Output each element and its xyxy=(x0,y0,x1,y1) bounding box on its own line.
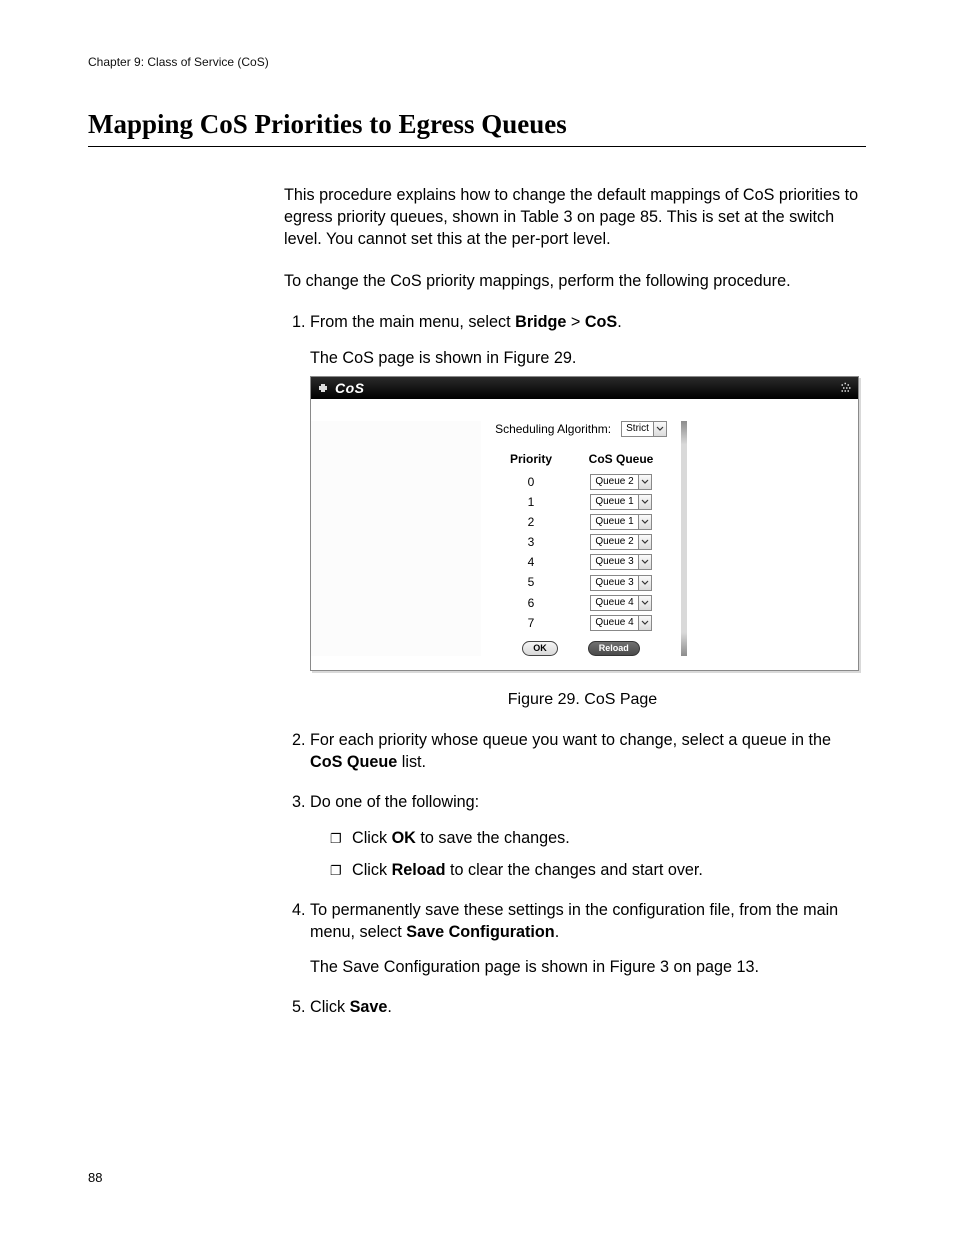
step-1: From the main menu, select Bridge > CoS.… xyxy=(310,312,866,710)
step-5: Click Save. xyxy=(310,997,866,1019)
scheduling-algorithm-value: Strict xyxy=(622,424,653,434)
step-3-sub-1-a: Click xyxy=(352,829,392,847)
cos-queue-select-6[interactable]: Queue 4 xyxy=(590,595,651,611)
cos-queue-value: Queue 2 xyxy=(591,537,637,547)
step-1-detail: The CoS page is shown in Figure 29. xyxy=(310,348,866,370)
ok-button[interactable]: OK xyxy=(522,641,558,656)
step-4: To permanently save these settings in th… xyxy=(310,900,866,980)
step-3-text: Do one of the following: xyxy=(310,793,479,811)
cos-queue-value: Queue 1 xyxy=(591,497,637,507)
chevron-down-icon xyxy=(638,555,651,569)
cos-form: Scheduling Algorithm: Strict Priority Co… xyxy=(481,421,681,656)
step-3-sub-2-b: Reload xyxy=(392,861,446,879)
reload-button[interactable]: Reload xyxy=(588,641,640,656)
priority-cell: 6 xyxy=(528,595,535,611)
priority-cell: 3 xyxy=(528,534,535,550)
cos-queue-select-3[interactable]: Queue 2 xyxy=(590,534,651,550)
figure-caption: Figure 29. CoS Page xyxy=(310,689,855,711)
chevron-down-icon xyxy=(638,576,651,590)
priority-cell: 5 xyxy=(528,574,535,590)
chevron-down-icon xyxy=(638,596,651,610)
chevron-down-icon xyxy=(653,422,666,436)
step-4-bold: Save Configuration xyxy=(406,923,554,941)
step-3: Do one of the following: Click OK to sav… xyxy=(310,792,866,882)
step-1-gt: > xyxy=(566,313,584,331)
step-1-text-a: From the main menu, select xyxy=(310,313,515,331)
chapter-header: Chapter 9: Class of Service (CoS) xyxy=(88,55,866,69)
step-5-bold: Save xyxy=(350,998,388,1016)
chevron-down-icon xyxy=(638,535,651,549)
cos-queue-value: Queue 3 xyxy=(591,578,637,588)
step-1-cos: CoS xyxy=(585,313,617,331)
priority-cell: 0 xyxy=(528,474,535,490)
intro-paragraph-1: This procedure explains how to change th… xyxy=(284,185,866,251)
page-number: 88 xyxy=(88,1170,102,1185)
col-header-priority: Priority xyxy=(510,451,552,469)
priority-cell: 2 xyxy=(528,514,535,530)
titlebar-right-icon xyxy=(840,380,852,396)
step-3-sub-2-a: Click xyxy=(352,861,392,879)
step-2-text-a: For each priority whose queue you want t… xyxy=(310,731,831,749)
cos-titlebar: CoS xyxy=(311,377,858,399)
scheduling-row: Scheduling Algorithm: Strict xyxy=(491,421,671,437)
cos-queue-value: Queue 3 xyxy=(591,557,637,567)
figure-29: CoS Scheduling Algorithm: xyxy=(310,376,855,710)
cos-queue-select-2[interactable]: Queue 1 xyxy=(590,514,651,530)
titlebar-left-icon xyxy=(317,383,329,393)
step-2-text-c: list. xyxy=(397,753,426,771)
cos-queue-select-7[interactable]: Queue 4 xyxy=(590,615,651,631)
step-2-bold: CoS Queue xyxy=(310,753,397,771)
procedure-steps: From the main menu, select Bridge > CoS.… xyxy=(284,312,866,1019)
panel-right-edge xyxy=(681,421,687,656)
section-title: Mapping CoS Priorities to Egress Queues xyxy=(88,109,866,140)
step-1-dot: . xyxy=(617,313,622,331)
step-4-text-c: . xyxy=(555,923,560,941)
title-rule xyxy=(88,146,866,147)
intro-paragraph-2: To change the CoS priority mappings, per… xyxy=(284,271,866,293)
button-row: OK Reload xyxy=(491,641,671,656)
cos-title: CoS xyxy=(335,379,840,398)
cos-queue-select-4[interactable]: Queue 3 xyxy=(590,554,651,570)
cos-queue-select-5[interactable]: Queue 3 xyxy=(590,575,651,591)
step-3-sub-2-c: to clear the changes and start over. xyxy=(446,861,703,879)
step-5-text-a: Click xyxy=(310,998,350,1016)
cos-queue-value: Queue 2 xyxy=(591,477,637,487)
body-column: This procedure explains how to change th… xyxy=(284,185,866,1019)
chevron-down-icon xyxy=(638,616,651,630)
step-3-sub-1-b: OK xyxy=(392,829,416,847)
step-5-text-c: . xyxy=(387,998,392,1016)
priority-cell: 4 xyxy=(528,554,535,570)
col-header-cos-queue: CoS Queue xyxy=(589,451,654,469)
step-3-sub-1-c: to save the changes. xyxy=(416,829,570,847)
cos-priority-table: Priority CoS Queue 0 Queue 2 1 xyxy=(491,451,671,631)
chevron-down-icon xyxy=(638,515,651,529)
cos-panel: CoS Scheduling Algorithm: xyxy=(310,376,859,671)
cos-queue-select-1[interactable]: Queue 1 xyxy=(590,494,651,510)
step-2: For each priority whose queue you want t… xyxy=(310,730,866,774)
cos-queue-select-0[interactable]: Queue 2 xyxy=(590,474,651,490)
step-3-sublist: Click OK to save the changes. Click Relo… xyxy=(310,828,866,882)
scheduling-algorithm-label: Scheduling Algorithm: xyxy=(495,421,611,437)
cos-queue-value: Queue 4 xyxy=(591,598,637,608)
chevron-down-icon xyxy=(638,495,651,509)
step-4-text-a: To permanently save these settings in th… xyxy=(310,901,838,941)
step-3-sub-1: Click OK to save the changes. xyxy=(330,828,866,850)
priority-cell: 7 xyxy=(528,615,535,631)
cos-queue-value: Queue 4 xyxy=(591,618,637,628)
step-3-sub-2: Click Reload to clear the changes and st… xyxy=(330,860,866,882)
step-1-bridge: Bridge xyxy=(515,313,566,331)
step-4-detail: The Save Configuration page is shown in … xyxy=(310,957,866,979)
cos-left-gutter xyxy=(311,421,481,656)
scheduling-algorithm-select[interactable]: Strict xyxy=(621,421,667,437)
chevron-down-icon xyxy=(638,475,651,489)
cos-queue-value: Queue 1 xyxy=(591,517,637,527)
priority-cell: 1 xyxy=(528,494,535,510)
